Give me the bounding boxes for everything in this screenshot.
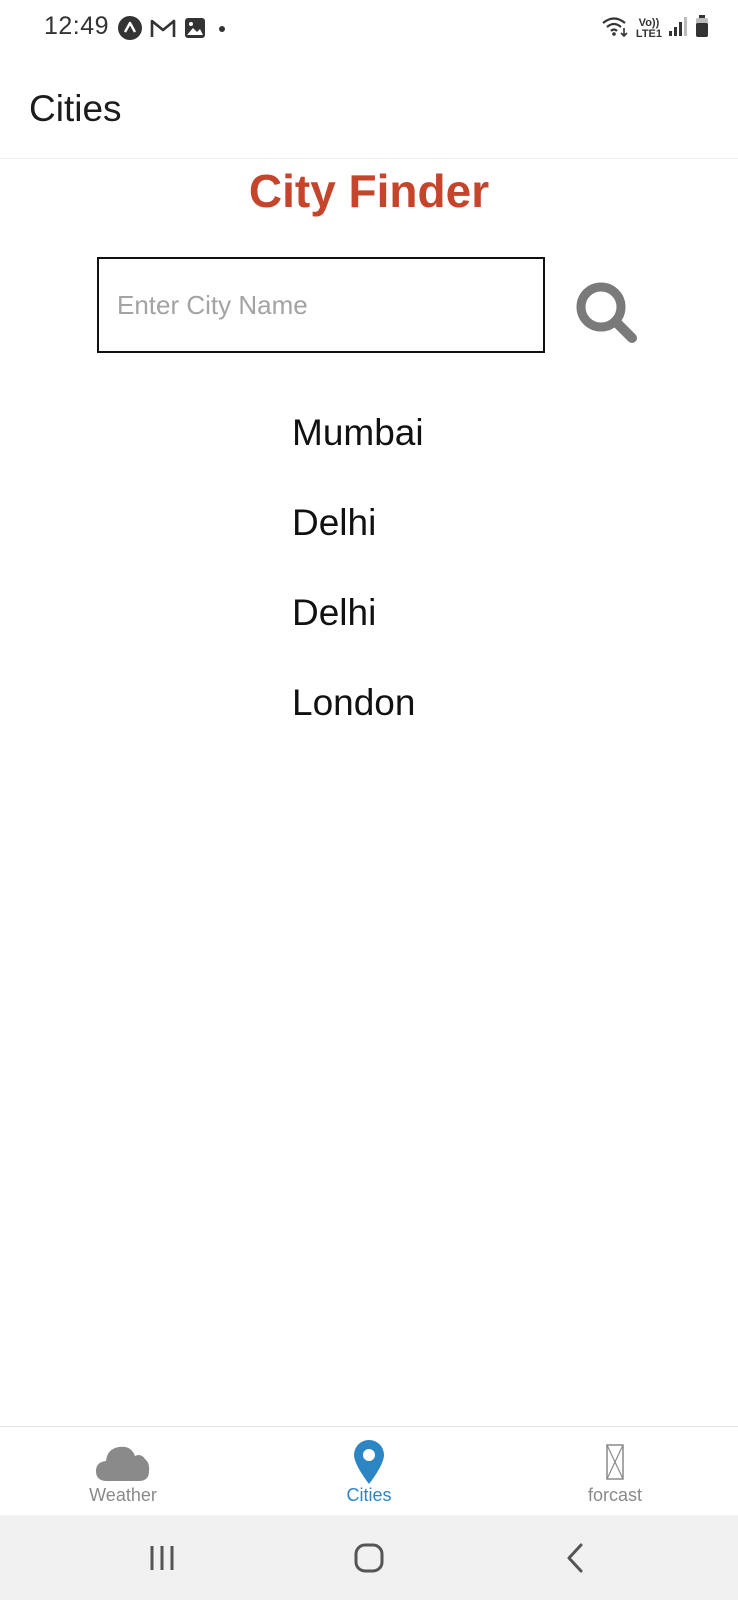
app-header: Cities (0, 56, 738, 159)
dot-icon (214, 17, 230, 44)
bottom-tab-bar: Weather Cities forcast (0, 1426, 738, 1516)
network-type: Vo)) LTE1 (635, 17, 662, 40)
tab-cities[interactable]: Cities (246, 1427, 492, 1516)
page-title: Cities (29, 88, 122, 129)
tab-label: Weather (89, 1485, 157, 1505)
system-status-icons: Vo)) LTE1 (600, 14, 710, 43)
tab-label: Cities (346, 1485, 392, 1505)
status-bar: 12:49 Vo)) LTE1 (0, 0, 738, 56)
recent-apps-button[interactable] (132, 1535, 192, 1581)
city-finder-title: City Finder (248, 165, 490, 217)
gmail-icon (150, 17, 176, 44)
signal-icon (668, 15, 688, 42)
home-icon (354, 1543, 384, 1573)
city-list-item[interactable]: Delhi (292, 494, 424, 584)
notification-icons (118, 16, 230, 45)
search-button[interactable] (572, 278, 642, 348)
wifi-icon (600, 14, 630, 43)
missing-image-icon (492, 1439, 738, 1485)
search-box (97, 257, 545, 353)
recent-apps-icon (150, 1546, 174, 1570)
tab-label: forcast (587, 1485, 643, 1505)
tab-forcast[interactable]: forcast (492, 1427, 738, 1516)
gallery-icon (184, 17, 206, 44)
lte-label: LTE1 (635, 27, 662, 40)
search-icon (576, 282, 637, 343)
status-time: 12:49 (44, 12, 110, 40)
tab-weather[interactable]: Weather (0, 1427, 246, 1516)
city-list: Mumbai Delhi Delhi London (292, 404, 424, 764)
city-list-item[interactable]: Mumbai (292, 404, 424, 494)
system-nav-bar (0, 1515, 738, 1600)
city-list-item[interactable]: London (292, 674, 424, 764)
app-notification-icon (118, 16, 142, 45)
battery-icon (694, 14, 710, 43)
city-search-input[interactable] (99, 259, 543, 351)
back-icon (567, 1543, 583, 1573)
back-button[interactable] (546, 1535, 606, 1581)
cloud-icon (0, 1439, 246, 1485)
home-button[interactable] (339, 1535, 399, 1581)
city-list-item[interactable]: Delhi (292, 584, 424, 674)
map-pin-icon (246, 1439, 492, 1485)
